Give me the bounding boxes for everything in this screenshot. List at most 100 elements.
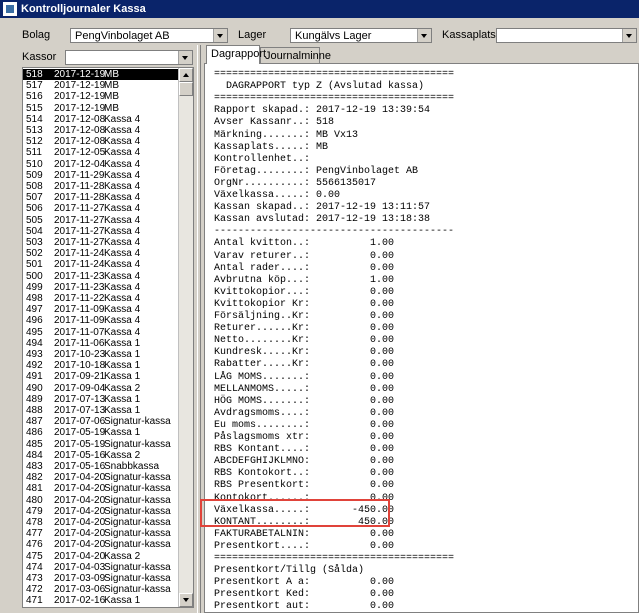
list-item[interactable]: 478 2017-04-20 Signatur-kassa (23, 517, 179, 528)
kassor-listbox[interactable]: 518 2017-12-19 MB 517 2017-12-19 MB 516 2017-12… (22, 67, 194, 608)
list-item-date: 2017-11-09 (54, 304, 105, 316)
list-item[interactable]: 475 2017-04-20 Kassa 2 (23, 551, 179, 562)
scroll-thumb[interactable] (179, 82, 193, 96)
report-line: Rapport skapad.: 2017-12-19 13:39:54 (214, 105, 431, 117)
list-item[interactable]: 480 2017-04-20 Signatur-kassa (23, 495, 179, 506)
list-item[interactable]: 488 2017-07-13 Kassa 1 (23, 405, 179, 416)
list-item-id: 505 (26, 214, 43, 226)
list-item[interactable]: 472 2017-03-06 Signatur-kassa (23, 584, 179, 595)
list-item[interactable]: 494 2017-11-06 Kassa 1 (23, 338, 179, 349)
list-item[interactable]: 471 2017-02-16 Kassa 1 (23, 595, 179, 606)
list-item-name: Signatur-kassa (104, 483, 171, 495)
list-item[interactable]: 486 2017-05-19 Kassa 1 (23, 427, 179, 438)
list-item[interactable]: 510 2017-12-04 Kassa 4 (23, 159, 179, 170)
list-item[interactable]: 484 2017-05-16 Kassa 2 (23, 450, 179, 461)
list-item-name: Kassa 1 (104, 427, 141, 439)
list-item-date: 2017-04-03 (54, 561, 106, 573)
list-item-id: 513 (26, 125, 43, 136)
report-line: Presentkort/Tillg (Sålda) (214, 565, 365, 577)
list-item-date: 2017-04-20 (54, 550, 106, 562)
report-line: Presentkort....: 0.00 (214, 540, 395, 552)
list-item[interactable]: 497 2017-11-09 Kassa 4 (23, 304, 179, 315)
report-line: FAKTURABETALNIN: 0.00 (214, 528, 395, 540)
list-item-name: Kassa 4 (104, 214, 141, 226)
list-item[interactable]: 509 2017-11-29 Kassa 4 (23, 170, 179, 181)
list-item[interactable]: 505 2017-11-27 Kassa 4 (23, 215, 179, 226)
list-item[interactable]: 485 2017-05-19 Signatur-kassa (23, 439, 179, 450)
list-item-date: 2017-10-18 (54, 360, 106, 372)
scroll-down-icon[interactable] (179, 593, 193, 607)
tab-journalminne[interactable]: Journalminne (260, 47, 331, 64)
list-item-id: 478 (26, 517, 43, 528)
lager-dropdown[interactable]: Kungälvs Lager (290, 28, 432, 43)
list-scrollbar[interactable] (178, 68, 193, 607)
kassaplats-dropdown[interactable] (496, 28, 637, 43)
list-item[interactable]: 513 2017-12-08 Kassa 4 (23, 125, 179, 136)
list-item-name: Kassa 4 (104, 169, 141, 181)
list-item-id: 510 (26, 158, 43, 170)
report-line: Varav returer..: 0.00 (214, 250, 395, 262)
list-item-id: 473 (26, 573, 43, 584)
list-item[interactable]: 517 2017-12-19 MB (23, 80, 179, 91)
list-item[interactable]: 516 2017-12-19 MB (23, 91, 179, 102)
list-item-id: 492 (26, 360, 43, 372)
list-item-id: 512 (26, 136, 43, 148)
kassaplats-dropdown-arrow-icon[interactable] (622, 29, 636, 42)
list-item-id: 491 (26, 371, 43, 383)
list-item[interactable]: 502 2017-11-24 Kassa 4 (23, 248, 179, 259)
list-item-name: Snabbkassa (104, 461, 160, 472)
list-item[interactable]: 500 2017-11-23 Kassa 4 (23, 271, 179, 282)
list-item-id: 516 (26, 91, 43, 103)
pane-splitter[interactable] (197, 45, 201, 613)
report-line: ======================================== (214, 69, 455, 80)
list-item-date: 2017-11-27 (54, 203, 105, 215)
list-item[interactable]: 496 2017-11-09 Kassa 4 (23, 315, 179, 326)
list-item[interactable]: 511 2017-12-05 Kassa 4 (23, 147, 179, 158)
list-item-id: 508 (26, 181, 43, 192)
scroll-up-icon[interactable] (179, 68, 193, 82)
list-item[interactable]: 493 2017-10-23 Kassa 1 (23, 349, 179, 360)
list-item[interactable]: 518 2017-12-19 MB (23, 69, 179, 81)
tab-dagrapport[interactable]: Dagrapport (206, 45, 266, 64)
list-item-id: 475 (26, 550, 43, 562)
list-item[interactable]: 499 2017-11-23 Kassa 4 (23, 282, 179, 293)
list-item[interactable]: 495 2017-11-07 Kassa 4 (23, 327, 179, 338)
lager-dropdown-arrow-icon[interactable] (417, 29, 431, 42)
list-item-id: 501 (26, 259, 43, 271)
list-item[interactable]: 504 2017-11-27 Kassa 4 (23, 226, 179, 237)
list-item[interactable]: 491 2017-09-21 Kassa 1 (23, 371, 179, 382)
list-item[interactable]: 481 2017-04-20 Signatur-kassa (23, 483, 179, 494)
list-item[interactable]: 498 2017-11-22 Kassa 4 (23, 293, 179, 304)
list-item[interactable]: 474 2017-04-03 Signatur-kassa (23, 562, 179, 573)
report-line: Kvittokopior...: 0.00 (214, 286, 395, 298)
list-item[interactable]: 487 2017-07-06 Signatur-kassa (23, 416, 179, 427)
list-item-id: 494 (26, 337, 43, 349)
kassor-dropdown[interactable] (65, 50, 193, 65)
kassaplats-label: Kassaplats (442, 29, 496, 41)
list-item[interactable]: 483 2017-05-16 Snabbkassa (23, 461, 179, 472)
list-item-name: Kassa 1 (104, 595, 141, 607)
list-item[interactable]: 476 2017-04-20 Signatur-kassa (23, 539, 179, 550)
list-item[interactable]: 479 2017-04-20 Signatur-kassa (23, 506, 179, 517)
list-item[interactable]: 507 2017-11-28 Kassa 4 (23, 192, 179, 203)
list-item[interactable]: 514 2017-12-08 Kassa 4 (23, 114, 179, 125)
list-item[interactable]: 508 2017-11-28 Kassa 4 (23, 181, 179, 192)
list-item[interactable]: 477 2017-04-20 Signatur-kassa (23, 528, 179, 539)
bolag-dropdown[interactable]: PengVinbolaget AB (70, 28, 228, 43)
list-item[interactable]: 492 2017-10-18 Kassa 1 (23, 360, 179, 371)
report-line: Kvittokopior Kr: 0.00 (214, 298, 395, 310)
list-item[interactable]: 489 2017-07-13 Kassa 1 (23, 394, 179, 405)
bolag-dropdown-arrow-icon[interactable] (213, 29, 227, 42)
list-item[interactable]: 473 2017-03-09 Signatur-kassa (23, 573, 179, 584)
kassor-dropdown-arrow-icon[interactable] (178, 51, 192, 64)
list-item[interactable]: 512 2017-12-08 Kassa 4 (23, 136, 179, 147)
list-item[interactable]: 501 2017-11-24 Kassa 4 (23, 259, 179, 270)
report-line: Avdragsmoms....: 0.00 (214, 407, 395, 419)
list-item-id: 517 (26, 80, 43, 92)
list-item[interactable]: 490 2017-09-04 Kassa 2 (23, 383, 179, 394)
list-item[interactable]: 515 2017-12-19 MB (23, 103, 179, 114)
report-line: Avbrutna köp...: 1.00 (214, 274, 395, 286)
list-item[interactable]: 503 2017-11-27 Kassa 4 (23, 237, 179, 248)
list-item[interactable]: 506 2017-11-27 Kassa 4 (23, 203, 179, 214)
list-item[interactable]: 482 2017-04-20 Signatur-kassa (23, 472, 179, 483)
